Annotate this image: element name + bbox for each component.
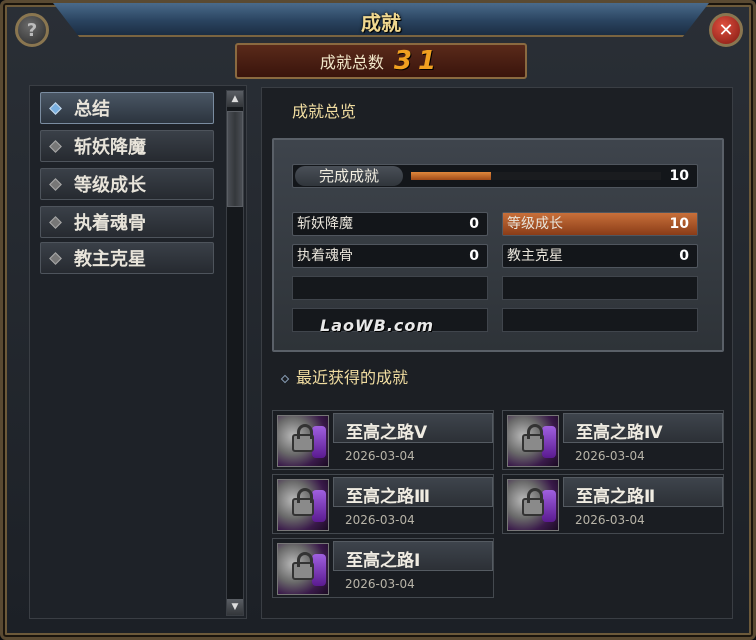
achievement-lock-icon: [507, 415, 559, 467]
achievement-name-box: 至高之路Ⅱ: [563, 477, 723, 507]
achievement-date: 2026-03-04: [575, 449, 645, 463]
achievement-name: 至高之路Ⅳ: [576, 423, 663, 443]
achievement-date: 2026-03-04: [345, 449, 415, 463]
completed-label: 完成成就: [295, 166, 403, 186]
watermark: LaoWB.com: [320, 316, 435, 335]
nav-item-label: 等级成长: [74, 175, 146, 196]
recent-title: 最近获得的成就: [280, 364, 409, 388]
category-value: 0: [469, 216, 479, 232]
empty-slot: [502, 276, 698, 300]
close-button[interactable]: ✕: [709, 13, 743, 47]
category-label: 等级成长: [507, 216, 563, 232]
help-button[interactable]: ?: [15, 13, 49, 47]
diamond-icon: [49, 215, 62, 229]
nav-item-label: 总结: [74, 99, 110, 120]
category-bar-level-growth: 等级成长 10: [502, 212, 698, 236]
category-bar-soul-bone: 执着魂骨 0: [292, 244, 488, 268]
achievement-window: 成就 ? ✕ 成就总数 31 总结 斩妖降魔 等级成长 执着魂骨 教主克星 ▲ …: [0, 0, 756, 640]
arrow-up-icon: ▲: [231, 94, 239, 104]
question-icon: ?: [26, 19, 38, 41]
completed-achievements-bar: 完成成就 10: [292, 164, 698, 188]
empty-slot: [502, 308, 698, 332]
recent-achievement-card[interactable]: 至高之路Ⅳ 2026-03-04: [502, 410, 724, 470]
progress-fill: [411, 172, 491, 180]
category-value: 0: [469, 248, 479, 264]
achievement-date: 2026-03-04: [575, 513, 645, 527]
nav-item-soul-bone[interactable]: 执着魂骨: [40, 206, 214, 238]
nav-item-label: 执着魂骨: [74, 213, 146, 234]
achievement-lock-icon: [277, 479, 329, 531]
window-title: 成就: [361, 11, 401, 35]
achievement-lock-icon: [277, 543, 329, 595]
completed-value: 10: [669, 168, 689, 184]
total-value: 31: [393, 46, 443, 76]
overview-box: 完成成就 10 斩妖降魔 0 等级成长 10 执着魂骨 0 教主克星 0 Lao…: [272, 138, 724, 352]
close-icon: ✕: [718, 19, 734, 41]
achievement-lock-icon: [507, 479, 559, 531]
achievement-name: 至高之路Ⅱ: [576, 487, 656, 507]
overview-title: 成就总览: [292, 102, 357, 121]
arrow-down-icon: ▼: [231, 602, 239, 612]
category-label: 教主克星: [507, 248, 563, 264]
achievement-name: 至高之路Ⅰ: [346, 551, 421, 571]
diamond-icon: [49, 101, 62, 115]
diamond-icon: [49, 251, 62, 265]
achievement-date: 2026-03-04: [345, 577, 415, 591]
recent-title-text: 最近获得的成就: [296, 368, 409, 387]
achievement-name: 至高之路Ⅲ: [346, 487, 431, 507]
category-label: 斩妖降魔: [297, 216, 353, 232]
category-bar-slay-demons: 斩妖降魔 0: [292, 212, 488, 236]
empty-slot: [292, 276, 488, 300]
recent-achievement-card[interactable]: 至高之路Ⅱ 2026-03-04: [502, 474, 724, 534]
achievement-date: 2026-03-04: [345, 513, 415, 527]
total-achievements-plate: 成就总数 31: [235, 43, 527, 79]
nav-item-label: 教主克星: [74, 249, 146, 270]
recent-achievement-card[interactable]: 至高之路Ⅰ 2026-03-04: [272, 538, 494, 598]
nav-item-label: 斩妖降魔: [74, 137, 146, 158]
nav-item-slay-demons[interactable]: 斩妖降魔: [40, 130, 214, 162]
recent-achievement-card[interactable]: 至高之路Ⅲ 2026-03-04: [272, 474, 494, 534]
nav-item-summary[interactable]: 总结: [40, 92, 214, 124]
achievement-name: 至高之路Ⅴ: [346, 423, 428, 443]
achievement-name-box: 至高之路Ⅳ: [563, 413, 723, 443]
diamond-icon: [49, 177, 62, 191]
content-panel: 成就总览 完成成就 10 斩妖降魔 0 等级成长 10 执着魂骨 0 教主克星 …: [261, 87, 733, 619]
category-value: 0: [679, 248, 689, 264]
achievement-name-box: 至高之路Ⅰ: [333, 541, 493, 571]
achievement-name-box: 至高之路Ⅲ: [333, 477, 493, 507]
category-label: 执着魂骨: [297, 248, 353, 264]
total-label: 成就总数: [319, 53, 384, 72]
diamond-icon: [49, 139, 62, 153]
category-bar-boss-nemesis: 教主克星 0: [502, 244, 698, 268]
nav-item-level-growth[interactable]: 等级成长: [40, 168, 214, 200]
diamond-bullet-icon: [280, 374, 290, 383]
scroll-up-button[interactable]: ▲: [227, 91, 243, 107]
scroll-thumb[interactable]: [227, 111, 243, 207]
category-value: 10: [669, 216, 689, 232]
achievement-name-box: 至高之路Ⅴ: [333, 413, 493, 443]
achievement-lock-icon: [277, 415, 329, 467]
progress-track: [411, 172, 661, 180]
nav-scrollbar[interactable]: ▲ ▼: [226, 90, 244, 616]
category-nav: 总结 斩妖降魔 等级成长 执着魂骨 教主克星 ▲ ▼: [29, 85, 247, 619]
recent-achievement-card[interactable]: 至高之路Ⅴ 2026-03-04: [272, 410, 494, 470]
scroll-down-button[interactable]: ▼: [227, 599, 243, 615]
nav-item-boss-nemesis[interactable]: 教主克星: [40, 242, 214, 274]
